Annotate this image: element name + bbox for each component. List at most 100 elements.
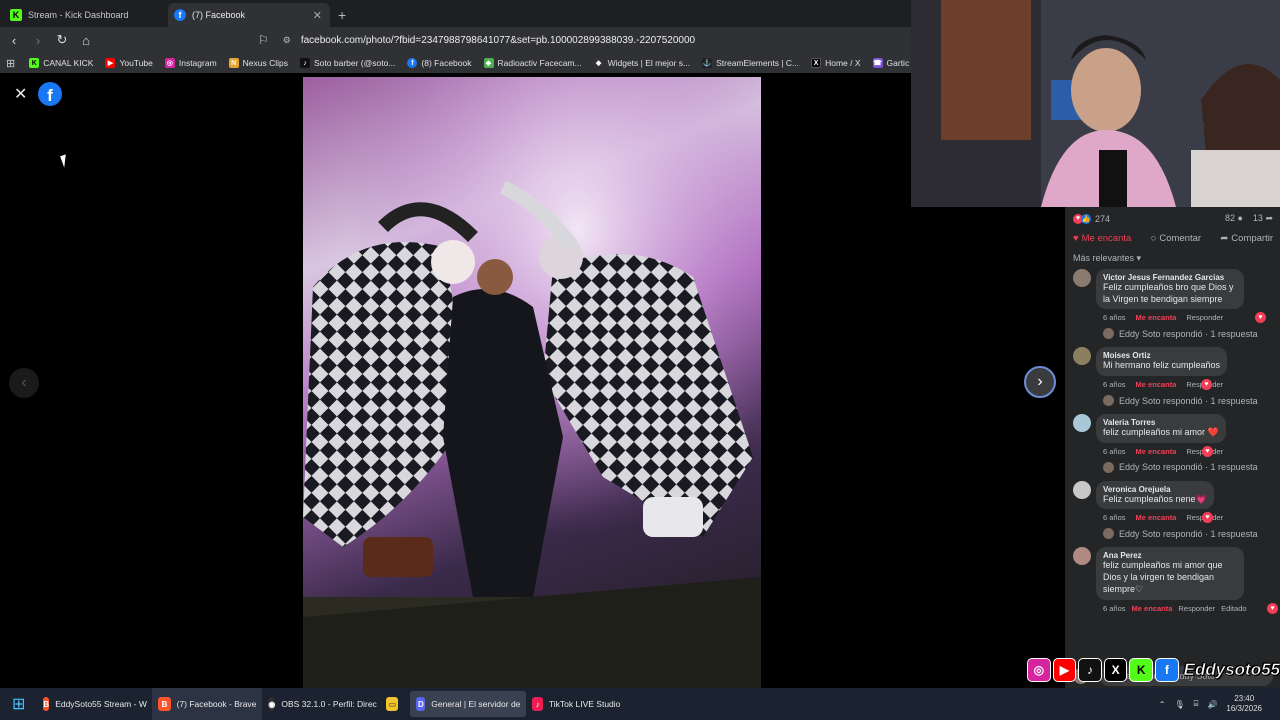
post-photo[interactable]: [303, 77, 761, 688]
windows-icon: ⊞: [12, 696, 26, 713]
close-tab-icon[interactable]: ✕: [313, 9, 322, 22]
comment-age[interactable]: 6 años: [1103, 447, 1126, 456]
instagram-icon: ◎: [1027, 658, 1051, 682]
bookmark-streamelements[interactable]: ⚓ StreamElements | C...: [702, 58, 799, 68]
comment-love-link[interactable]: Me encanta: [1136, 513, 1177, 522]
comment-love-link[interactable]: Me encanta: [1136, 380, 1177, 389]
comment-bubble: Valeria Torres feliz cumpleaños mi amor …: [1096, 414, 1226, 443]
tiktok-icon: ♪: [1078, 658, 1102, 682]
commenter-name[interactable]: Ana Perez: [1103, 551, 1237, 560]
bookmark-icon[interactable]: ⚐: [258, 33, 269, 47]
commenter-name[interactable]: Valeria Torres: [1103, 418, 1219, 427]
volume-icon[interactable]: 🔊: [1207, 700, 1217, 709]
forward-icon[interactable]: ›: [28, 33, 48, 48]
next-photo-button[interactable]: ›: [1024, 366, 1056, 398]
avatar[interactable]: [1073, 347, 1091, 366]
tray-overflow-icon[interactable]: ⌃: [1159, 700, 1166, 709]
taskbar-label: General | El servidor de: [431, 699, 521, 709]
facebook-icon: f: [407, 58, 418, 68]
love-label: Me encanta: [1081, 233, 1132, 244]
start-button[interactable]: ⊞: [0, 688, 37, 720]
taskbar-item-brave-stream[interactable]: B EddySoto55 Stream - W: [37, 688, 152, 720]
comment-love-link[interactable]: Me encanta: [1136, 313, 1177, 322]
view-replies[interactable]: Eddy Soto respondió · 1 respuesta: [1103, 461, 1278, 473]
bookmark-label: Radioactiv Facecam...: [497, 58, 582, 68]
bookmark-facebook[interactable]: f (8) Facebook: [407, 58, 472, 68]
comment-age[interactable]: 6 años: [1103, 380, 1126, 389]
taskbar-item-discord[interactable]: D General | El servidor de: [410, 691, 527, 717]
taskbar-item-obs[interactable]: ◉ OBS 32.1.0 - Perfil: Direc: [262, 688, 380, 720]
comment-age[interactable]: 6 años: [1103, 604, 1126, 613]
commenter-name[interactable]: Moises Ortiz: [1103, 351, 1220, 360]
comment-age[interactable]: 6 años: [1103, 513, 1126, 522]
view-replies[interactable]: Eddy Soto respondió · 1 respuesta: [1103, 328, 1278, 340]
share-button[interactable]: ➦ Compartir: [1220, 233, 1273, 244]
site-info-icon[interactable]: ⚙: [283, 35, 291, 46]
taskbar-item-explorer[interactable]: ▭: [380, 688, 410, 720]
comment-reply-link[interactable]: Responder: [1178, 604, 1215, 613]
commenter-name[interactable]: Veronica Orejuela: [1103, 485, 1207, 494]
comment-reply-link[interactable]: Responder: [1186, 313, 1223, 322]
taskbar-item-brave-facebook[interactable]: B (7) Facebook - Brave: [152, 688, 263, 720]
comment-love-link[interactable]: Me encanta: [1132, 604, 1173, 613]
comment-count[interactable]: 82 ●: [1225, 213, 1243, 224]
address-bar[interactable]: ⚐ ⚙ facebook.com/photo/?fbid=23479887986…: [258, 30, 918, 50]
clock[interactable]: 23:40 16/3/2026: [1226, 694, 1262, 715]
streamelements-icon: ⚓: [702, 58, 713, 68]
comment-bubble: Veronica Orejuela Feliz cumpleaños nene💗: [1096, 480, 1214, 510]
streamer-name: Eddysoto55: [1183, 660, 1280, 680]
url-text[interactable]: facebook.com/photo/?fbid=234798879864107…: [301, 35, 695, 46]
bookmark-canal-kick[interactable]: K CANAL KICK: [29, 58, 93, 68]
comment-age[interactable]: 6 años: [1103, 313, 1126, 322]
tiktok-icon: ♪: [300, 58, 311, 68]
kick-icon: K: [1129, 658, 1154, 682]
close-icon[interactable]: ✕: [14, 84, 27, 104]
comment-love-link[interactable]: Me encanta: [1136, 447, 1177, 456]
share-count[interactable]: 13 ➦: [1253, 213, 1273, 224]
taskbar-item-tiktok-live[interactable]: ♪ TikTok LIVE Studio: [526, 688, 626, 720]
comment-item: Valeria Torres feliz cumpleaños mi amor …: [1073, 414, 1278, 473]
bookmark-label: Home / X: [825, 58, 861, 68]
love-button[interactable]: ♥ Me encanta: [1073, 233, 1131, 244]
reaction-icons[interactable]: ♥ 👍 274: [1073, 213, 1110, 224]
home-icon[interactable]: ⌂: [76, 33, 96, 48]
comment-bubble: Victor Jesus Fernandez Garcias Feliz cum…: [1096, 269, 1244, 310]
network-icon[interactable]: ⌸: [1194, 699, 1199, 709]
facebook-logo-icon[interactable]: f: [38, 82, 62, 106]
commenter-name[interactable]: Victor Jesus Fernandez Garcias: [1103, 273, 1237, 282]
avatar[interactable]: [1073, 269, 1091, 287]
avatar: [1103, 395, 1114, 407]
bookmark-radioactiv[interactable]: ◆ Radioactiv Facecam...: [483, 58, 582, 68]
comment-button[interactable]: ○ Comentar: [1151, 233, 1201, 244]
system-tray: ⌃ 🎙 ⌸ 🔊 23:40 16/3/2026: [1159, 688, 1280, 720]
avatar[interactable]: [1073, 480, 1091, 499]
tab-title: Stream - Kick Dashboard: [28, 10, 129, 20]
comment-text: Feliz cumpleaños nene💗: [1103, 493, 1207, 504]
x-icon: X: [811, 58, 822, 68]
bookmark-youtube[interactable]: ▶ YouTube: [105, 58, 153, 68]
post-actions: ♥ Me encanta ○ Comentar ➦ Compartir: [1073, 233, 1273, 244]
share-icon: ➦: [1220, 233, 1229, 244]
tab-kick-dashboard[interactable]: K Stream - Kick Dashboard: [4, 3, 166, 27]
tab-facebook[interactable]: f (7) Facebook ✕: [168, 3, 330, 27]
bookmark-nexus-clips[interactable]: N Nexus Clips: [228, 58, 288, 68]
sort-dropdown[interactable]: Más relevantes ▾: [1073, 253, 1141, 264]
new-tab-button[interactable]: +: [338, 7, 346, 27]
microphone-icon[interactable]: 🎙: [1174, 700, 1184, 709]
tab-title: (7) Facebook: [192, 10, 246, 20]
youtube-icon: ▶: [1052, 658, 1077, 682]
bookmark-widgets[interactable]: ◆ Widgets | El mejor s...: [593, 58, 690, 68]
view-replies[interactable]: Eddy Soto respondió · 1 respuesta: [1103, 395, 1278, 407]
comment-text: Feliz cumpleaños bro que Dios y la Virge…: [1103, 282, 1234, 304]
bookmark-soto-barber[interactable]: ♪ Soto barber (@soto...: [300, 58, 395, 68]
bookmark-instagram[interactable]: ◎ Instagram: [164, 58, 217, 68]
previous-photo-button[interactable]: ‹: [9, 368, 39, 398]
avatar[interactable]: [1073, 547, 1091, 566]
back-icon[interactable]: ‹: [4, 33, 24, 48]
avatar[interactable]: [1073, 414, 1091, 433]
bookmark-x[interactable]: X Home / X: [811, 58, 861, 68]
reload-icon[interactable]: ↻: [52, 32, 72, 48]
comments-panel: ♥ 👍 274 82 ● 13 ➦ ♥ Me encanta ○ Comentar …: [1065, 207, 1280, 688]
view-replies[interactable]: Eddy Soto respondió · 1 respuesta: [1103, 528, 1278, 540]
apps-grid-icon[interactable]: ⊞: [6, 57, 15, 70]
